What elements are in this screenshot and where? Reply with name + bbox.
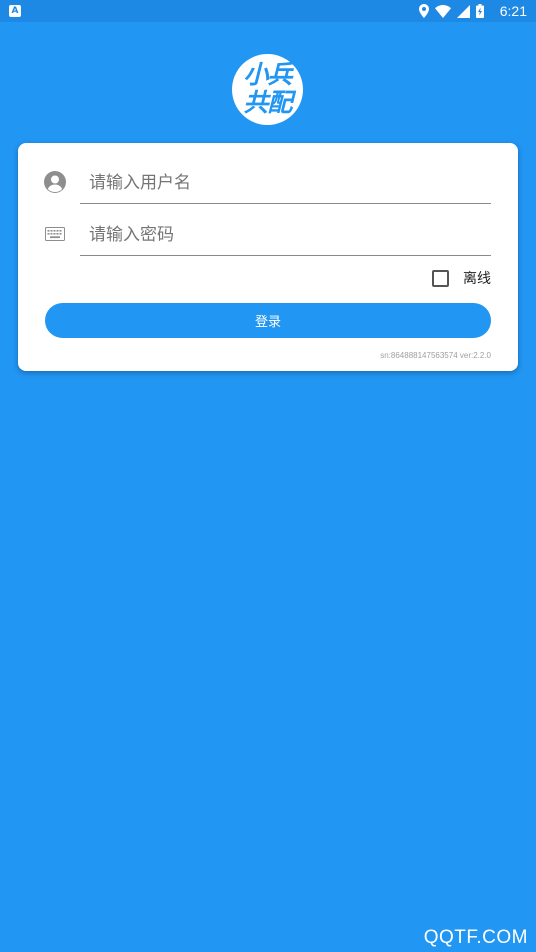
login-card: 离线 登录 sn:864888147563574 ver:2.2.0 bbox=[18, 143, 518, 371]
login-button[interactable]: 登录 bbox=[45, 303, 491, 338]
wifi-icon bbox=[435, 4, 451, 18]
watermark: QQTF.COM bbox=[423, 927, 528, 948]
username-field bbox=[80, 163, 491, 204]
offline-checkbox[interactable] bbox=[432, 269, 449, 287]
signal-icon bbox=[457, 4, 470, 18]
status-icons bbox=[419, 3, 484, 19]
offline-label: 离线 bbox=[463, 271, 491, 287]
keyboard-icon bbox=[45, 227, 65, 241]
app-logo: 小兵 共配 bbox=[232, 54, 303, 125]
serial-version-text: sn:864888147563574 ver:2.2.0 bbox=[380, 351, 491, 360]
status-time: 6:21 bbox=[499, 3, 527, 19]
location-icon bbox=[419, 4, 429, 18]
logo-line-1: 小兵 bbox=[243, 60, 292, 89]
username-input[interactable] bbox=[80, 163, 491, 203]
password-input[interactable] bbox=[80, 215, 491, 255]
notification-icon: A bbox=[9, 5, 21, 17]
offline-option[interactable]: 离线 bbox=[432, 269, 491, 287]
user-icon bbox=[44, 171, 66, 193]
status-bar: A 6:21 bbox=[0, 0, 536, 22]
battery-charging-icon bbox=[476, 4, 484, 18]
logo-line-2: 共配 bbox=[243, 88, 292, 117]
password-field bbox=[80, 215, 491, 256]
